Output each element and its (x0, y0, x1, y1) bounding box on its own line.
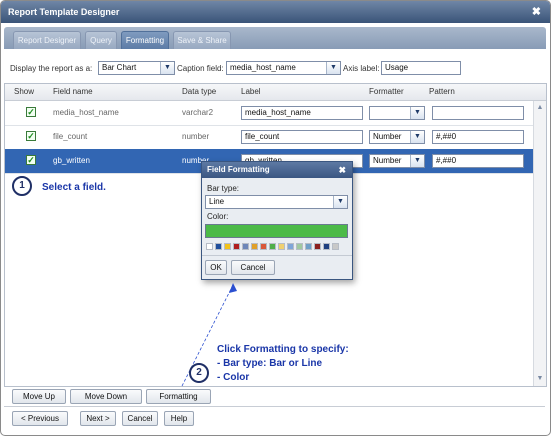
cancel-wizard-button[interactable]: Cancel (122, 411, 158, 426)
formatting-button[interactable]: Formatting (146, 389, 211, 404)
move-down-button[interactable]: Move Down (70, 389, 142, 404)
previous-button[interactable]: < Previous (12, 411, 68, 426)
callout-arrow (181, 283, 237, 387)
footer-divider (4, 406, 545, 407)
step-2-badge: 2 (189, 363, 209, 383)
step-2-line-2: - Bar type: Bar or Line (217, 358, 323, 369)
move-up-button[interactable]: Move Up (12, 389, 66, 404)
step-2-line-1: Click Formatting to specify: (217, 344, 349, 355)
step-2-line-3: - Color (217, 372, 250, 383)
next-button[interactable]: Next > (80, 411, 116, 426)
help-button[interactable]: Help (164, 411, 194, 426)
report-template-designer-window: Report Template Designer ✖ Report Design… (0, 0, 551, 436)
